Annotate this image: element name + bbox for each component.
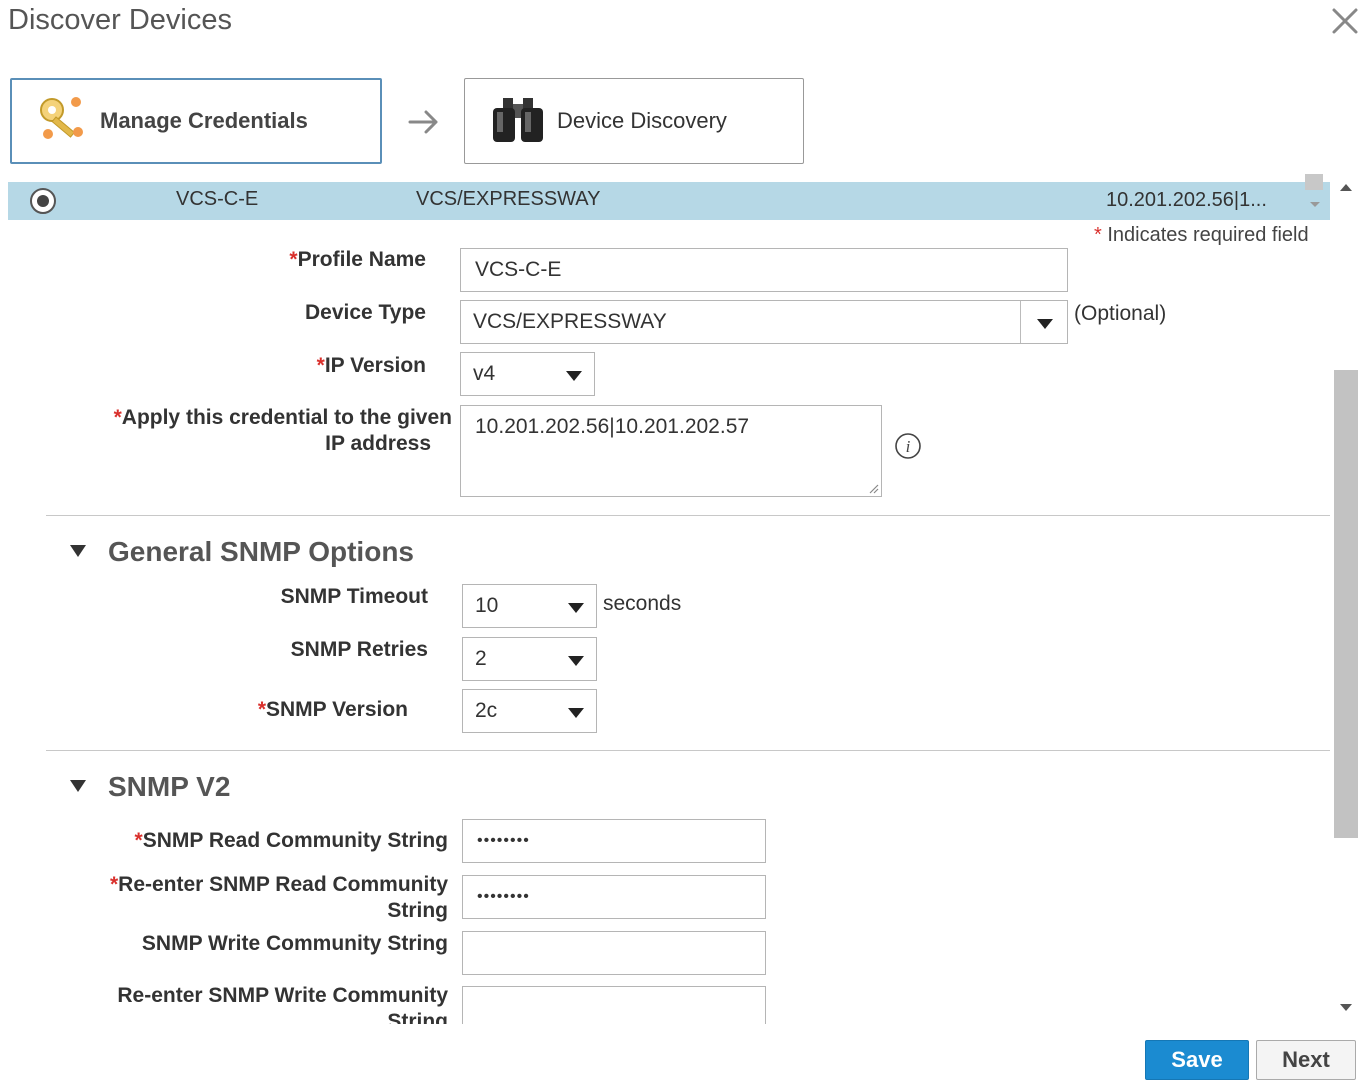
row-ip-address: 10.201.202.56|1... [1106,189,1267,211]
row-radio-button[interactable] [30,188,56,214]
chevron-down-icon [568,656,584,666]
scroll-down-icon[interactable] [1340,1004,1352,1011]
collapse-triangle-icon [70,544,86,557]
snmp-read-community-label: *SNMP Read Community String [134,829,449,852]
snmp-retries-select[interactable]: 2 [462,637,597,681]
row-profile-name: VCS-C-E [176,188,259,210]
list-scrollbar-thumb[interactable] [1305,174,1323,190]
info-icon[interactable]: i [894,432,922,460]
step-label: Device Discovery [557,108,727,133]
snmp-write-community-input[interactable] [462,931,766,975]
snmp-write-community-label: SNMP Write Community String [141,932,448,955]
snmp-reenter-read-community-input[interactable]: •••••••• [462,875,766,919]
chevron-down-icon [568,708,584,718]
scroll-up-icon[interactable] [1340,184,1352,191]
section-divider [46,515,1330,516]
chevron-down-icon [566,371,582,381]
save-button[interactable]: Save [1145,1040,1249,1080]
profile-name-label: *Profile Name [289,248,426,271]
chevron-down-icon [568,603,584,613]
list-scroll-down-icon[interactable] [1310,202,1320,207]
device-type-optional-hint: (Optional) [1074,302,1167,325]
snmp-reenter-read-community-label: *Re-enter SNMP Read Community String [109,873,448,922]
collapse-triangle-icon [70,779,86,792]
credential-list-row-selected[interactable]: VCS-C-E VCS/EXPRESSWAY 10.201.202.56|1..… [8,182,1330,220]
form-scrollbar-thumb[interactable] [1334,370,1358,838]
snmp-read-community-input[interactable]: •••••••• [462,819,766,863]
step-manage-credentials[interactable]: Manage Credentials [10,78,382,164]
form-scrollbar[interactable] [1332,172,1362,1024]
svg-text:i: i [906,437,911,456]
section-divider [46,750,1330,751]
snmp-timeout-unit: seconds [603,592,682,615]
ip-version-select[interactable]: v4 [460,352,595,396]
snmp-version-label: *SNMP Version [257,698,408,721]
step-label: Manage Credentials [100,108,308,133]
snmp-v2-toggle[interactable]: SNMP V2 [70,771,230,803]
chevron-down-icon [1037,319,1053,329]
step-device-discovery[interactable]: Device Discovery [464,78,804,164]
ip-version-label: *IP Version [316,354,426,377]
resize-handle-icon[interactable] [867,482,879,494]
snmp-retries-label: SNMP Retries [290,638,428,661]
general-snmp-options-toggle[interactable]: General SNMP Options [70,536,414,568]
arrow-right-icon [408,110,438,134]
snmp-timeout-select[interactable]: 10 [462,584,597,628]
row-device-type: VCS/EXPRESSWAY [416,188,601,210]
next-button[interactable]: Next [1256,1040,1356,1080]
snmp-timeout-label: SNMP Timeout [280,585,428,608]
binoculars-icon [493,98,543,142]
dialog-title: Discover Devices [8,4,232,36]
required-field-note: * Indicates required field [1094,224,1309,246]
ip-address-textarea[interactable]: 10.201.202.56|10.201.202.57 [460,405,882,497]
dialog-footer [0,1024,1330,1080]
device-type-select[interactable]: VCS/EXPRESSWAY [460,300,1068,344]
snmp-version-select[interactable]: 2c [462,689,597,733]
device-type-label: Device Type [304,301,426,324]
profile-name-input[interactable]: VCS-C-E [460,248,1068,292]
keys-icon [40,97,83,139]
close-icon[interactable] [1330,6,1360,36]
ip-address-label: *Apply this credential to the given IP ad… [113,406,452,455]
list-scrollbar[interactable] [1303,172,1325,216]
